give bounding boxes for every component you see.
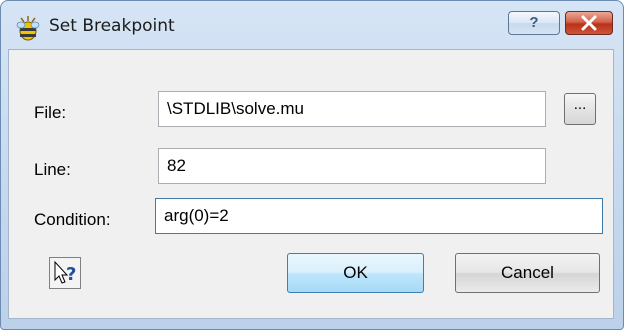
- title-help-button[interactable]: ?: [508, 11, 560, 35]
- cancel-button[interactable]: Cancel: [455, 253, 600, 293]
- svg-text:?: ?: [66, 264, 76, 285]
- window-title: Set Breakpoint: [49, 16, 175, 36]
- line-field[interactable]: 82: [158, 148, 546, 184]
- ok-button[interactable]: OK: [287, 253, 424, 293]
- close-x-icon: [581, 15, 597, 31]
- file-label: File:: [34, 103, 67, 122]
- cancel-label: Cancel: [501, 263, 554, 282]
- line-label: Line:: [34, 160, 71, 179]
- browse-ellipsis-label: ...: [573, 96, 587, 113]
- browse-button[interactable]: ...: [564, 93, 596, 125]
- file-field[interactable]: \STDLIB\solve.mu: [158, 91, 546, 127]
- context-help-button[interactable]: ?: [49, 257, 81, 289]
- condition-field[interactable]: arg(0)=2: [155, 198, 603, 234]
- context-help-icon: ?: [54, 260, 76, 285]
- breakpoint-bug-icon: [16, 16, 40, 41]
- title-close-button[interactable]: [565, 11, 613, 35]
- set-breakpoint-dialog: Set Breakpoint ? File: \STDLIB\solve.mu …: [0, 0, 624, 330]
- dialog-content: File: \STDLIB\solve.mu ... Line: 82 Cond…: [8, 49, 614, 319]
- help-question-label: ?: [529, 14, 539, 31]
- ok-label: OK: [343, 263, 368, 282]
- condition-label: Condition:: [34, 210, 111, 229]
- title-bar[interactable]: Set Breakpoint ?: [1, 1, 623, 49]
